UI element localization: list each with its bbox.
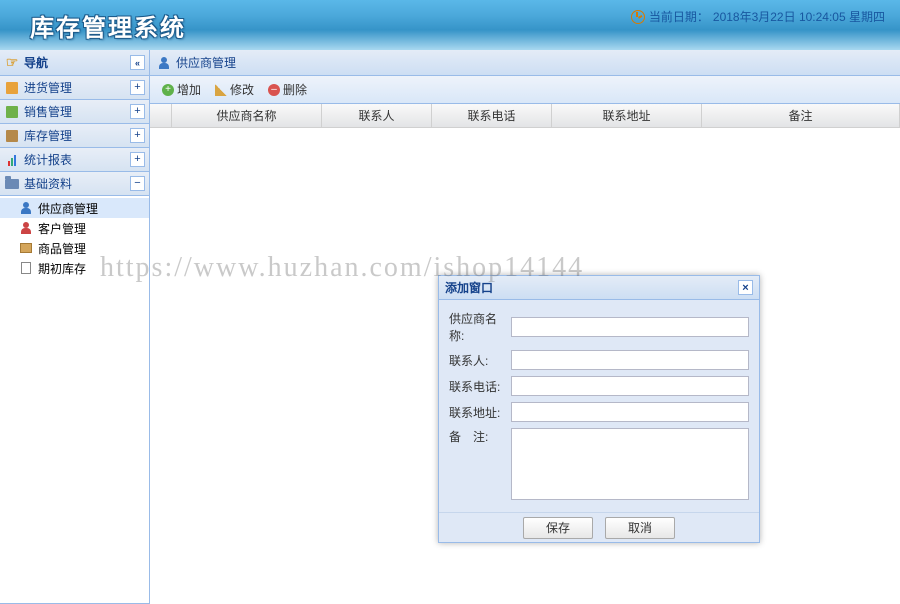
grid-col-selector[interactable]: [150, 104, 172, 127]
cancel-button[interactable]: 取消: [605, 517, 675, 539]
clock-icon: [631, 10, 645, 24]
person-icon: [18, 200, 34, 216]
sidebar-section-sales[interactable]: 销售管理 +: [0, 100, 149, 124]
tree-label: 供应商管理: [38, 200, 98, 217]
tree-item-supplier[interactable]: 供应商管理: [0, 198, 149, 218]
toolbar: + 增加 修改 – 删除: [150, 76, 900, 104]
minus-icon: –: [268, 84, 280, 96]
label-phone: 联系电话:: [449, 378, 511, 395]
tree-label: 商品管理: [38, 240, 86, 257]
grid-col-remark[interactable]: 备注: [702, 104, 900, 127]
dialog-title: 添加窗口: [445, 279, 493, 296]
grid-header: 供应商名称 联系人 联系电话 联系地址 备注: [150, 104, 900, 128]
app-title: 库存管理系统: [30, 8, 186, 43]
inventory-icon: [4, 128, 20, 144]
add-dialog: 添加窗口 × 供应商名称: 联系人: 联系电话: 联系地址:: [438, 275, 760, 543]
date-prefix: 当前日期：: [649, 8, 709, 25]
tree-label: 客户管理: [38, 220, 86, 237]
expand-icon[interactable]: +: [130, 128, 145, 143]
input-supplier-name[interactable]: [511, 317, 749, 337]
add-button[interactable]: + 增加: [156, 79, 207, 101]
dialog-header[interactable]: 添加窗口 ×: [439, 276, 759, 300]
sidebar: ☞ 导航 « 进货管理 + 销售管理 + 库存管理 + 统计报表 +: [0, 50, 150, 604]
date-value: 2018年3月22日 10:24:05 星期四: [713, 8, 885, 25]
btn-label: 增加: [177, 81, 201, 98]
collapse-icon[interactable]: −: [130, 176, 145, 191]
grid-col-address[interactable]: 联系地址: [552, 104, 702, 127]
sidebar-section-stats[interactable]: 统计报表 +: [0, 148, 149, 172]
nav-label: 导航: [24, 54, 48, 71]
current-date: 当前日期： 2018年3月22日 10:24:05 星期四: [631, 8, 885, 25]
tree-item-customer[interactable]: 客户管理: [0, 218, 149, 238]
input-phone[interactable]: [511, 376, 749, 396]
sidebar-section-basedata[interactable]: 基础资料 −: [0, 172, 149, 196]
input-address[interactable]: [511, 402, 749, 422]
tree-item-initial-stock[interactable]: 期初库存: [0, 258, 149, 278]
stats-icon: [4, 152, 20, 168]
grid-col-contact[interactable]: 联系人: [322, 104, 432, 127]
folder-icon: [4, 176, 20, 192]
purchase-icon: [4, 80, 20, 96]
section-label: 库存管理: [24, 127, 72, 144]
dialog-close-button[interactable]: ×: [738, 280, 753, 295]
tab-label: 供应商管理: [176, 54, 236, 71]
expand-icon[interactable]: +: [130, 152, 145, 167]
app-header: 库存管理系统 当前日期： 2018年3月22日 10:24:05 星期四: [0, 0, 900, 50]
label-supplier-name: 供应商名称:: [449, 310, 511, 344]
input-remark[interactable]: [511, 428, 749, 500]
section-label: 统计报表: [24, 151, 72, 168]
sidebar-section-purchase[interactable]: 进货管理 +: [0, 76, 149, 100]
save-button[interactable]: 保存: [523, 517, 593, 539]
dialog-footer: 保存 取消: [439, 512, 759, 542]
sidebar-section-inventory[interactable]: 库存管理 +: [0, 124, 149, 148]
section-label: 销售管理: [24, 103, 72, 120]
grid-col-phone[interactable]: 联系电话: [432, 104, 552, 127]
btn-label: 删除: [283, 81, 307, 98]
tree-label: 期初库存: [38, 260, 86, 277]
label-address: 联系地址:: [449, 404, 511, 421]
box-icon: [18, 240, 34, 256]
document-icon: [18, 260, 34, 276]
nav-header: ☞ 导航 «: [0, 50, 149, 76]
btn-label: 修改: [230, 81, 254, 98]
section-label: 进货管理: [24, 79, 72, 96]
tree-item-product[interactable]: 商品管理: [0, 238, 149, 258]
expand-icon[interactable]: +: [130, 80, 145, 95]
tab-bar: 供应商管理: [150, 50, 900, 76]
sidebar-tree: 供应商管理 客户管理 商品管理 期初库存: [0, 196, 149, 604]
section-label: 基础资料: [24, 175, 72, 192]
delete-button[interactable]: – 删除: [262, 79, 313, 101]
label-remark: 备 注:: [449, 428, 511, 445]
person-icon: [18, 220, 34, 236]
input-contact[interactable]: [511, 350, 749, 370]
label-contact: 联系人:: [449, 352, 511, 369]
grid-col-name[interactable]: 供应商名称: [172, 104, 322, 127]
sidebar-collapse-button[interactable]: «: [130, 55, 145, 70]
person-icon: [156, 55, 172, 71]
main-panel: 供应商管理 + 增加 修改 – 删除 供应商名称 联系人 联系电话 联系地址 备…: [150, 50, 900, 604]
edit-button[interactable]: 修改: [209, 79, 260, 101]
nav-icon: ☞: [4, 55, 20, 71]
dialog-body: 供应商名称: 联系人: 联系电话: 联系地址: 备 注:: [439, 300, 759, 512]
expand-icon[interactable]: +: [130, 104, 145, 119]
sales-icon: [4, 104, 20, 120]
pencil-icon: [215, 84, 227, 96]
plus-icon: +: [162, 84, 174, 96]
